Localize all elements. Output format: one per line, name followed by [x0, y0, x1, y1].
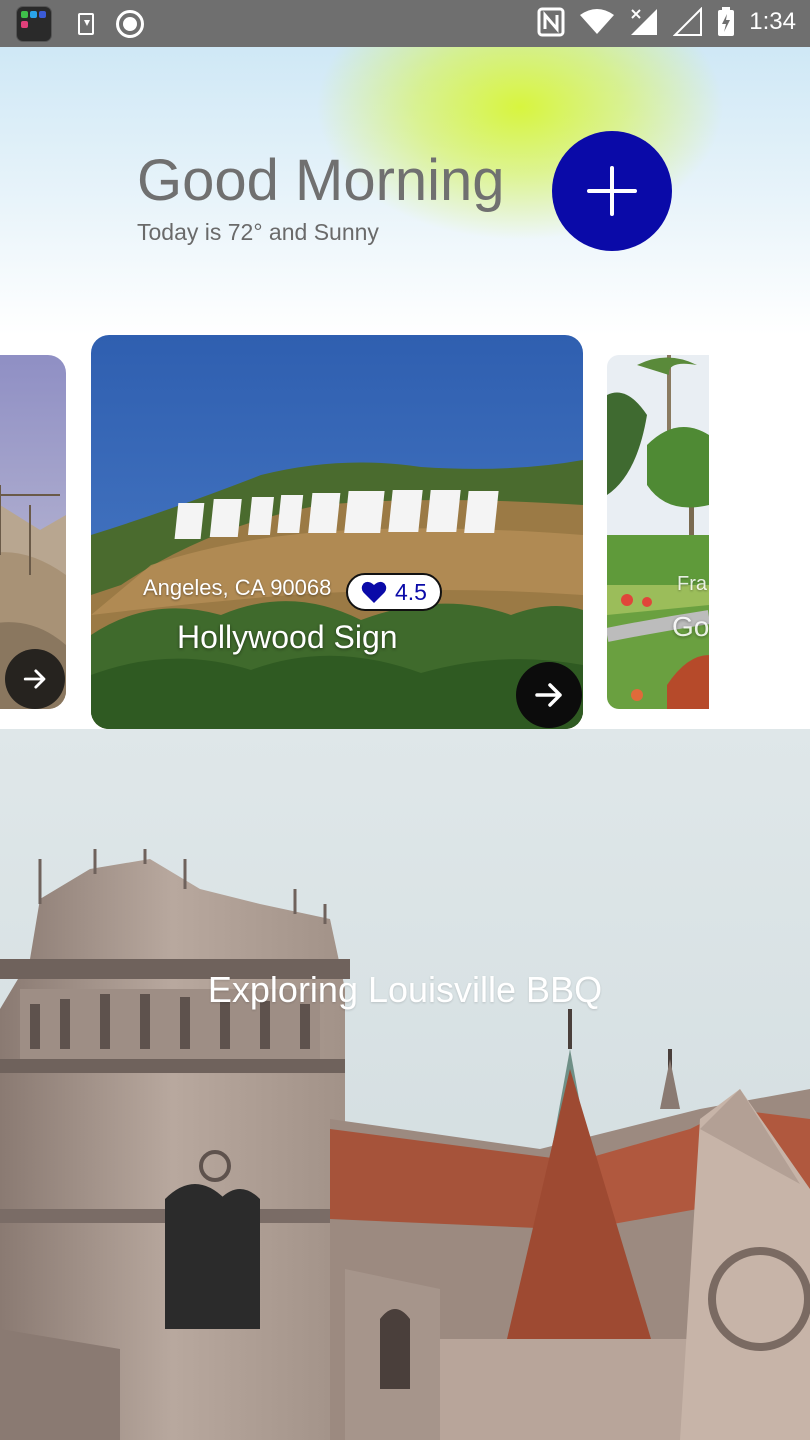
place-title: Hollywood Sign: [177, 619, 398, 655]
screen-record-icon: [116, 10, 144, 38]
status-left-icons: [16, 6, 144, 42]
add-button[interactable]: [552, 131, 672, 251]
rating-value: 4.5: [395, 578, 427, 605]
weather-subtitle: Today is 72° and Sunny: [137, 219, 379, 245]
main-card-arrow-button[interactable]: [516, 662, 582, 728]
nfc-icon: [537, 7, 565, 37]
place-title-right: Go: [672, 611, 709, 642]
wifi-icon: [580, 9, 615, 34]
app-folder-icon: [16, 6, 52, 42]
places-carousel[interactable]: Angeles, CA 90068 4.5 Hollywood Sign Fra…: [0, 335, 810, 729]
heart-icon: [361, 581, 387, 603]
place-card-main[interactable]: Angeles, CA 90068 4.5 Hollywood Sign: [91, 335, 583, 729]
battery-charging-icon: [718, 7, 735, 36]
plus-icon: [587, 166, 637, 216]
signal-empty-icon: [673, 7, 703, 36]
signal-icon: [631, 9, 658, 35]
status-right-icons: 1:34: [537, 7, 796, 37]
feature-title: Exploring Louisville BBQ: [207, 969, 603, 1010]
feature-photo-cathedral: [0, 729, 810, 1440]
arrow-right-icon: [535, 683, 562, 707]
place-photo-hollywood: [91, 335, 583, 729]
download-icon: [78, 13, 94, 35]
place-address: Angeles, CA 90068: [143, 575, 332, 600]
place-address-right: Fra: [677, 573, 707, 595]
arrow-right-icon: [23, 669, 46, 689]
greeting-title: Good Morning: [137, 148, 505, 213]
status-bar: 1:34: [0, 0, 810, 47]
place-card-left[interactable]: [0, 355, 66, 709]
place-photo-right: [607, 355, 709, 709]
header: Good Morning Today is 72° and Sunny: [0, 47, 810, 335]
place-card-right[interactable]: Fra Go: [607, 355, 709, 709]
status-time: 1:34: [749, 8, 796, 35]
left-card-arrow-button[interactable]: [5, 649, 65, 709]
rating-badge: 4.5: [346, 573, 442, 611]
feature-banner[interactable]: Exploring Louisville BBQ: [0, 729, 810, 1440]
